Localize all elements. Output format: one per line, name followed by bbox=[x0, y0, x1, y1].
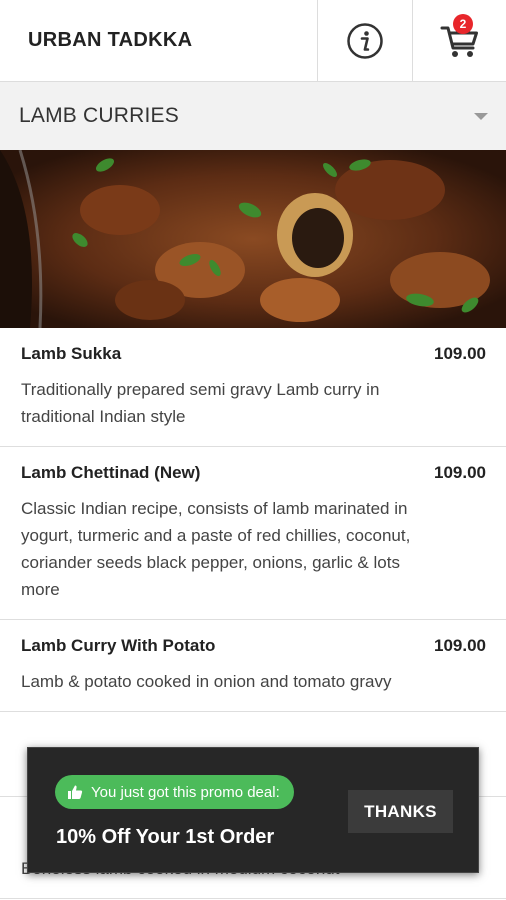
item-price: 109.00 bbox=[434, 463, 486, 482]
category-title: LAMB CURRIES bbox=[19, 104, 179, 127]
item-name: Lamb Sukka bbox=[21, 344, 122, 363]
app-header: URBAN TADKKA 2 bbox=[0, 0, 506, 82]
thanks-button[interactable]: THANKS bbox=[348, 790, 453, 833]
category-hero-image bbox=[0, 150, 506, 328]
item-name: Lamb Chettinad (New) bbox=[21, 463, 201, 482]
brand-title: URBAN TADKKA bbox=[28, 29, 193, 51]
category-dropdown[interactable]: LAMB CURRIES bbox=[0, 82, 506, 150]
info-button[interactable] bbox=[317, 0, 412, 82]
info-icon bbox=[347, 23, 383, 59]
item-description: Lamb & potato cooked in onion and tomato… bbox=[21, 672, 392, 691]
item-description: Classic Indian recipe, consists of lamb … bbox=[21, 499, 411, 599]
thumbs-up-icon bbox=[68, 785, 83, 799]
list-item[interactable]: Lamb Chettinad (New) 109.00 Classic Indi… bbox=[0, 447, 506, 620]
chevron-down-icon bbox=[474, 112, 488, 120]
item-price: 109.00 bbox=[434, 344, 486, 363]
item-name: Lamb Curry With Potato bbox=[21, 636, 216, 655]
promo-toast: You just got this promo deal: 10% Off Yo… bbox=[27, 747, 479, 873]
list-item[interactable]: Lamb Sukka 109.00 Traditionally prepared… bbox=[0, 328, 506, 447]
cart-button[interactable]: 2 bbox=[412, 0, 506, 82]
promo-badge: You just got this promo deal: bbox=[55, 775, 294, 809]
item-price: 109.00 bbox=[434, 636, 486, 655]
promo-badge-text: You just got this promo deal: bbox=[91, 783, 280, 801]
promo-title: 10% Off Your 1st Order bbox=[56, 826, 275, 848]
list-item[interactable]: Lamb Curry With Potato 109.00 Lamb & pot… bbox=[0, 620, 506, 712]
item-description: Traditionally prepared semi gravy Lamb c… bbox=[21, 380, 380, 426]
cart-count-badge: 2 bbox=[453, 14, 473, 34]
